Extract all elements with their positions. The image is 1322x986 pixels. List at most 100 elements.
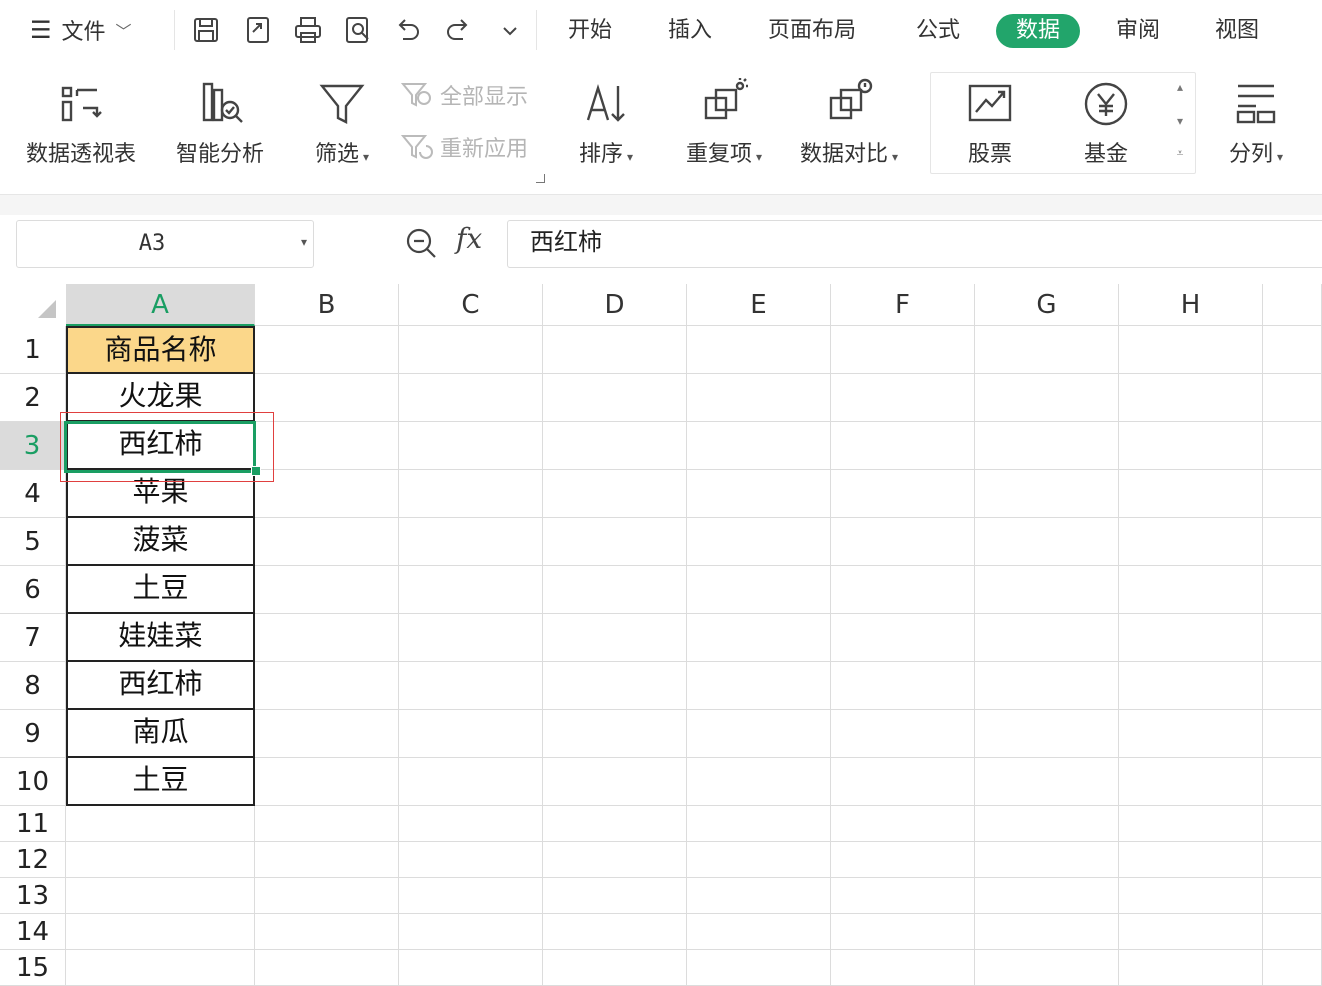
cell[interactable] [255,914,399,950]
column-header-d[interactable]: D [543,284,687,326]
cell[interactable] [687,470,831,518]
cell[interactable] [975,374,1119,422]
gallery-scroll-down-icon[interactable]: ▾ [1172,114,1188,128]
row-header-6[interactable]: 6 [0,566,66,614]
cell[interactable] [1119,842,1263,878]
cell[interactable] [1119,878,1263,914]
row-header-9[interactable]: 9 [0,710,66,758]
cell[interactable] [255,758,399,806]
cell[interactable] [1263,422,1322,470]
cell[interactable] [1119,914,1263,950]
column-header-f[interactable]: F [831,284,975,326]
row-header-2[interactable]: 2 [0,374,66,422]
cell[interactable] [543,614,687,662]
name-box[interactable]: A3 ▾ [16,220,314,268]
cell[interactable] [1119,374,1263,422]
cell[interactable] [255,422,399,470]
select-all-corner[interactable] [0,284,67,327]
cell[interactable] [687,374,831,422]
column-header-h[interactable]: H [1119,284,1263,326]
cell[interactable] [831,806,975,842]
cell[interactable] [831,374,975,422]
row-header-15[interactable]: 15 [0,950,66,986]
cell[interactable] [1119,950,1263,986]
row-header-12[interactable]: 12 [0,842,66,878]
tab-review[interactable]: 审阅 [1116,14,1160,48]
cell[interactable] [687,914,831,950]
cell[interactable] [399,878,543,914]
cell[interactable] [399,470,543,518]
data-compare-button[interactable]: 数据对比 ▾ [800,76,898,168]
cell[interactable] [399,566,543,614]
cell[interactable] [687,758,831,806]
cell[interactable] [1119,662,1263,710]
cell[interactable] [543,470,687,518]
cell[interactable] [1119,806,1263,842]
cell[interactable] [543,758,687,806]
cell[interactable] [399,758,543,806]
cell[interactable] [975,878,1119,914]
row-header-14[interactable]: 14 [0,914,66,950]
cell[interactable] [975,806,1119,842]
column-header-partial[interactable] [1263,284,1322,326]
cell[interactable] [831,710,975,758]
row-header-13[interactable]: 13 [0,878,66,914]
show-all-button[interactable]: 全部显示 [400,78,528,112]
export-icon[interactable] [240,12,276,48]
tab-data[interactable]: 数据 [996,14,1081,48]
cell[interactable] [1119,470,1263,518]
cell[interactable] [975,422,1119,470]
cell[interactable] [255,614,399,662]
smart-analysis-button[interactable]: 智能分析 [176,76,264,168]
tab-formulas[interactable]: 公式 [916,14,960,48]
cell[interactable] [831,758,975,806]
cell[interactable] [543,566,687,614]
header-cell-a1[interactable]: 商品名称 [66,326,255,374]
cell[interactable] [831,878,975,914]
cell[interactable] [831,422,975,470]
tab-page-layout[interactable]: 页面布局 [768,14,856,48]
customize-toolbar-icon[interactable] [492,12,528,48]
dialog-launcher-icon[interactable] [536,174,545,183]
gallery-scroll-up-icon[interactable]: ▴ [1172,80,1188,94]
redo-icon[interactable] [440,12,476,48]
cell[interactable] [399,374,543,422]
cell[interactable] [687,518,831,566]
cell[interactable] [543,374,687,422]
column-header-e[interactable]: E [687,284,831,326]
pivot-table-button[interactable]: 数据透视表 [26,76,136,168]
formula-input[interactable]: 西红柿 [507,220,1322,268]
cell[interactable] [255,806,399,842]
row-header-3[interactable]: 3 [0,422,66,470]
cell[interactable] [1263,374,1322,422]
cell[interactable] [975,566,1119,614]
cell[interactable] [975,950,1119,986]
cell-a8[interactable]: 西红柿 [66,662,255,710]
cell[interactable] [1263,710,1322,758]
file-menu[interactable]: ☰ 文件 ﹀ [30,14,132,46]
cell-a7[interactable]: 娃娃菜 [66,614,255,662]
cell[interactable] [255,950,399,986]
cell[interactable] [255,470,399,518]
cell[interactable] [543,878,687,914]
funds-button[interactable]: 基金 [1078,76,1134,168]
tab-home[interactable]: 开始 [568,14,612,48]
spreadsheet-grid[interactable]: A B C D E F G H 1 2 3 4 5 6 7 8 9 10 11 12 13 14 15 商品名称 火龙果 西红柿苹… [0,284,1322,986]
cell[interactable] [399,422,543,470]
cell[interactable] [1263,878,1322,914]
cell[interactable] [831,662,975,710]
cell[interactable] [1263,914,1322,950]
cell[interactable] [399,662,543,710]
cell[interactable] [1119,566,1263,614]
cell[interactable] [543,662,687,710]
cell[interactable] [831,566,975,614]
cell[interactable] [255,566,399,614]
cell[interactable] [255,518,399,566]
row-header-1[interactable]: 1 [0,326,66,374]
cell[interactable] [687,950,831,986]
column-header-c[interactable]: C [399,284,543,326]
cell-a9[interactable]: 南瓜 [66,710,255,758]
cell[interactable] [255,842,399,878]
cell[interactable] [831,470,975,518]
column-header-b[interactable]: B [255,284,399,326]
